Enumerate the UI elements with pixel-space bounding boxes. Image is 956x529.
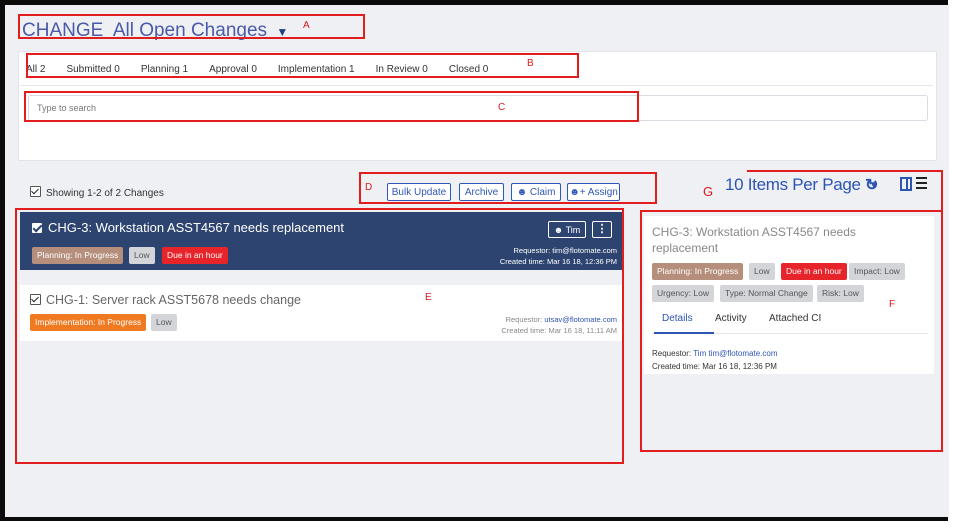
select-all-checkbox[interactable] (30, 186, 41, 197)
search-placeholder: Type to search (37, 103, 97, 113)
requestor-email[interactable]: Tim tim@flotomate.com (693, 349, 777, 358)
assign-button[interactable]: ☻+ Assign (567, 183, 620, 201)
risk-badge: Risk: Low (817, 285, 864, 302)
claim-button[interactable]: ☻ Claim (511, 183, 561, 201)
urgency-badge: Urgency: Low (652, 285, 714, 302)
list-item[interactable]: CHG-1: Server rack ASST5678 needs change… (20, 285, 623, 341)
assign-label: Assign (587, 187, 618, 198)
requestor-email: tim@flotomate.com (552, 246, 617, 255)
list-item[interactable]: CHG-3: Workstation ASST4567 needs replac… (20, 212, 623, 270)
row-checkbox[interactable] (30, 294, 41, 305)
tab-submitted[interactable]: Submitted 0 (66, 64, 119, 75)
status-badge: Implementation: In Progress (30, 314, 147, 331)
priority-badge: Low (129, 247, 155, 264)
annotation-label-a: A (303, 20, 310, 31)
tab-details[interactable]: Details (662, 313, 693, 324)
view-selector[interactable]: All Open Changes (113, 20, 267, 41)
tab-closed[interactable]: Closed 0 (449, 64, 488, 75)
requestor-email[interactable]: utsav@flotomate.com (544, 315, 617, 324)
created-time: Mar 16 18, 11:11 AM (548, 326, 617, 335)
created-label: Created time: (652, 362, 701, 371)
assignee-name: Tim (565, 225, 581, 235)
claim-label: Claim (529, 187, 556, 198)
annotation-label-c: C (498, 102, 506, 113)
tab-activity[interactable]: Activity (715, 313, 747, 324)
tab-implementation[interactable]: Implementation 1 (278, 64, 355, 75)
requestor-label: Requestor: (513, 246, 551, 255)
search-input[interactable]: Type to search (28, 95, 928, 121)
due-badge: Due in an hour (162, 247, 228, 264)
archive-button[interactable]: Archive (459, 183, 504, 201)
change-meta: Requestor: utsav@flotomate.com Created t… (501, 314, 617, 336)
annotation-label-g: G (703, 184, 714, 199)
change-title-text: CHG-1: Server rack ASST5678 needs change (46, 293, 301, 307)
type-badge: Type: Normal Change (720, 285, 813, 302)
user-icon: ☻ (553, 225, 564, 235)
created-time: Mar 16 18, 12:36 PM (702, 362, 777, 371)
change-title[interactable]: CHG-3: Workstation ASST4567 needs replac… (32, 220, 344, 235)
annotation-label-f: F (889, 299, 896, 310)
change-title-text: CHG-3: Workstation ASST4567 needs replac… (48, 220, 345, 235)
active-tab-indicator (654, 332, 714, 334)
status-badge: Planning: In Progress (32, 247, 124, 264)
page-title[interactable]: CHANGE All Open Changes ▼ (22, 20, 288, 42)
bulk-update-button[interactable]: Bulk Update (387, 183, 451, 201)
detail-requestor: Requestor: Tim tim@flotomate.com (652, 349, 778, 358)
change-management-page: CHANGE All Open Changes ▼ All 2 Submitte… (5, 5, 949, 517)
created-label: Created time: (499, 257, 545, 266)
tab-all[interactable]: All 2 (26, 64, 45, 75)
status-badge: Planning: In Progress (652, 263, 744, 280)
change-title[interactable]: CHG-1: Server rack ASST5678 needs change (30, 293, 301, 307)
priority-badge: Low (151, 314, 177, 331)
user-plus-icon: ☻+ (569, 187, 586, 198)
created-label: Created time: (501, 326, 547, 335)
tab-planning[interactable]: Planning 1 (141, 64, 188, 75)
caret-down-icon[interactable]: ▼ (276, 25, 288, 39)
detail-title: CHG-3: Workstation ASST4567 needs replac… (652, 225, 856, 255)
created-time: Mar 16 18, 12:36 PM (546, 257, 617, 266)
annotation-label-d: D (365, 182, 373, 193)
impact-badge: Impact: Low (849, 263, 905, 280)
row-checkbox[interactable] (32, 223, 42, 233)
user-icon: ☻ (516, 187, 528, 198)
annotation-label-e: E (425, 292, 432, 303)
tab-attached-ci[interactable]: Attached CI (769, 313, 821, 324)
priority-badge: Low (749, 263, 775, 280)
showing-count: Showing 1-2 of 2 Changes (46, 188, 164, 199)
select-all[interactable]: Showing 1-2 of 2 Changes (30, 186, 164, 199)
status-tabs: All 2 Submitted 0 Planning 1 Approval 0 … (26, 64, 509, 75)
requestor-label: Requestor: (505, 315, 543, 324)
annotation-label-b: B (527, 58, 534, 69)
annotation-box-g (747, 170, 943, 210)
tab-approval[interactable]: Approval 0 (209, 64, 257, 75)
assignee-button[interactable]: ☻ Tim (548, 221, 586, 238)
requestor-label: Requestor: (652, 349, 692, 358)
detail-panel: CHG-3: Workstation ASST4567 needs replac… (644, 216, 934, 374)
detail-created: Created time: Mar 16 18, 12:36 PM (652, 362, 777, 371)
more-options-icon[interactable]: ⋮ (592, 221, 612, 238)
change-meta: Requestor: tim@flotomate.com Created tim… (500, 245, 617, 267)
due-badge: Due in an hour (781, 263, 847, 280)
divider (20, 85, 933, 86)
module-name: CHANGE (22, 20, 104, 41)
tab-in-review[interactable]: In Review 0 (376, 64, 428, 75)
